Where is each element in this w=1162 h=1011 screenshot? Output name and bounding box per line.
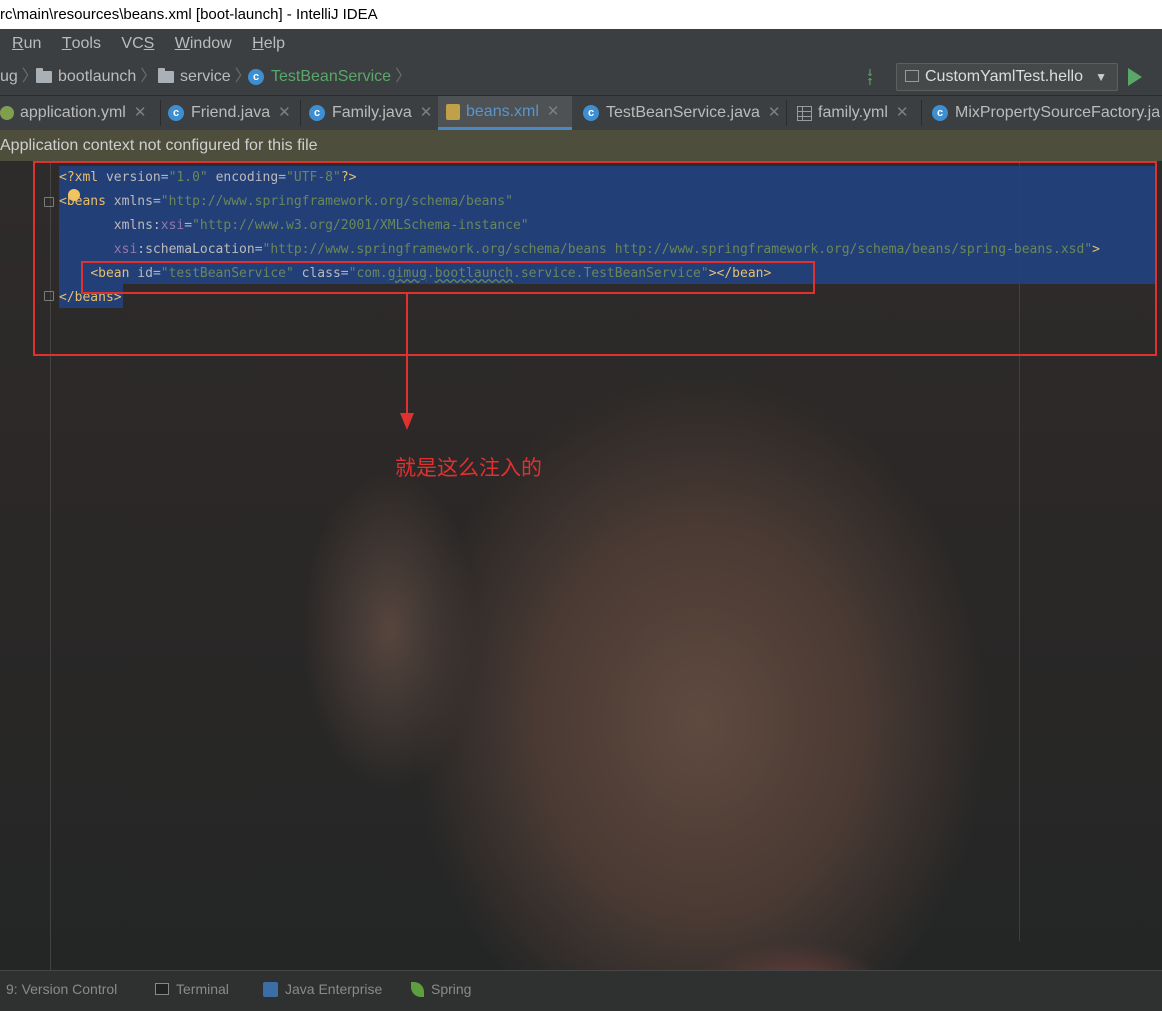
folder-icon	[158, 68, 174, 83]
java-enterprise-icon	[263, 981, 278, 997]
annotation-outer-box	[33, 161, 1157, 356]
table-icon	[797, 105, 812, 121]
class-icon: c	[309, 105, 325, 121]
tab-application-yml[interactable]: application.yml ✕	[0, 96, 160, 130]
context-warning-banner: Application context not configured for t…	[0, 130, 1162, 161]
breadcrumb-item-class[interactable]: c TestBeanService 〉	[248, 58, 411, 96]
tool-window-spring[interactable]: Spring	[411, 981, 471, 997]
menu-window[interactable]: Window	[175, 29, 232, 58]
menu-vcs[interactable]: VCS	[121, 29, 154, 58]
tool-window-java-enterprise[interactable]: Java Enterprise	[263, 981, 382, 997]
run-config-icon	[905, 70, 919, 82]
close-icon[interactable]: ✕	[896, 96, 909, 130]
tab-family-java[interactable]: c Family.java ✕	[309, 96, 437, 130]
tab-divider	[160, 100, 161, 126]
code-editor[interactable]: <?xml version="1.0" encoding="UTF-8"?> <…	[0, 161, 1162, 970]
yaml-icon	[0, 106, 14, 120]
xml-icon	[446, 103, 460, 120]
close-icon[interactable]: ✕	[134, 96, 147, 130]
class-icon: c	[248, 69, 264, 85]
menu-tools[interactable]: Tools	[62, 29, 101, 58]
window-title: rc\main\resources\beans.xml [boot-launch…	[0, 6, 378, 23]
editor-tabs: application.yml ✕ c Friend.java ✕ c Family…	[0, 96, 1162, 130]
tab-friend-java[interactable]: c Friend.java ✕	[168, 96, 300, 130]
annotation-arrow-head	[400, 413, 414, 430]
menu-bar: Run Tools VCS Window Help	[0, 29, 1162, 58]
chevron-down-icon: ▼	[1095, 70, 1107, 84]
menu-run[interactable]: Run	[12, 29, 41, 58]
spring-icon	[411, 981, 424, 997]
breadcrumb-item-service[interactable]: service 〉	[158, 58, 251, 96]
folder-icon	[36, 68, 52, 83]
banner-text: Application context not configured for t…	[0, 137, 318, 154]
tool-window-terminal[interactable]: Terminal	[155, 981, 229, 997]
class-icon: c	[583, 105, 599, 121]
close-icon[interactable]: ✕	[278, 96, 291, 130]
tab-family-yml[interactable]: family.yml ✕	[797, 96, 921, 130]
annotation-text: 就是这么注入的	[395, 456, 542, 480]
sort-icon[interactable]: ↓ ↑	[866, 66, 874, 88]
navigation-bar: ug 〉 bootlaunch 〉 service 〉 c TestBeanServi…	[0, 58, 1162, 96]
close-icon[interactable]: ✕	[547, 96, 560, 129]
annotation-arrow	[406, 294, 408, 416]
breadcrumb-item[interactable]: ug 〉	[0, 58, 38, 96]
terminal-icon	[155, 983, 169, 995]
tab-divider	[786, 100, 787, 126]
tab-beans-xml[interactable]: beans.xml ✕	[438, 96, 572, 130]
breadcrumb-item-bootlaunch[interactable]: bootlaunch 〉	[36, 58, 156, 96]
class-icon: c	[168, 105, 184, 121]
run-icon[interactable]	[1128, 68, 1142, 86]
tool-window-version-control[interactable]: 9: Version Control	[6, 981, 117, 997]
tab-testbeanservice-java[interactable]: c TestBeanService.java ✕	[583, 96, 783, 130]
window-title-bar: rc\main\resources\beans.xml [boot-launch…	[0, 0, 1162, 29]
close-icon[interactable]: ✕	[420, 96, 433, 130]
tab-mixpropertysourcefactory[interactable]: c MixPropertySourceFactory.ja	[932, 96, 1162, 130]
class-icon: c	[932, 105, 948, 121]
annotation-bean-box	[81, 261, 815, 294]
breadcrumb-separator: 〉	[140, 68, 157, 85]
breadcrumb-separator: 〉	[395, 68, 412, 85]
run-configuration-select[interactable]: CustomYamlTest.hello ▼	[896, 63, 1118, 91]
tool-window-bar: 9: Version Control Terminal Java Enterpr…	[0, 970, 1162, 1011]
tab-divider	[300, 100, 301, 126]
close-icon[interactable]: ✕	[768, 96, 781, 130]
tab-divider	[921, 100, 922, 126]
menu-help[interactable]: Help	[252, 29, 285, 58]
